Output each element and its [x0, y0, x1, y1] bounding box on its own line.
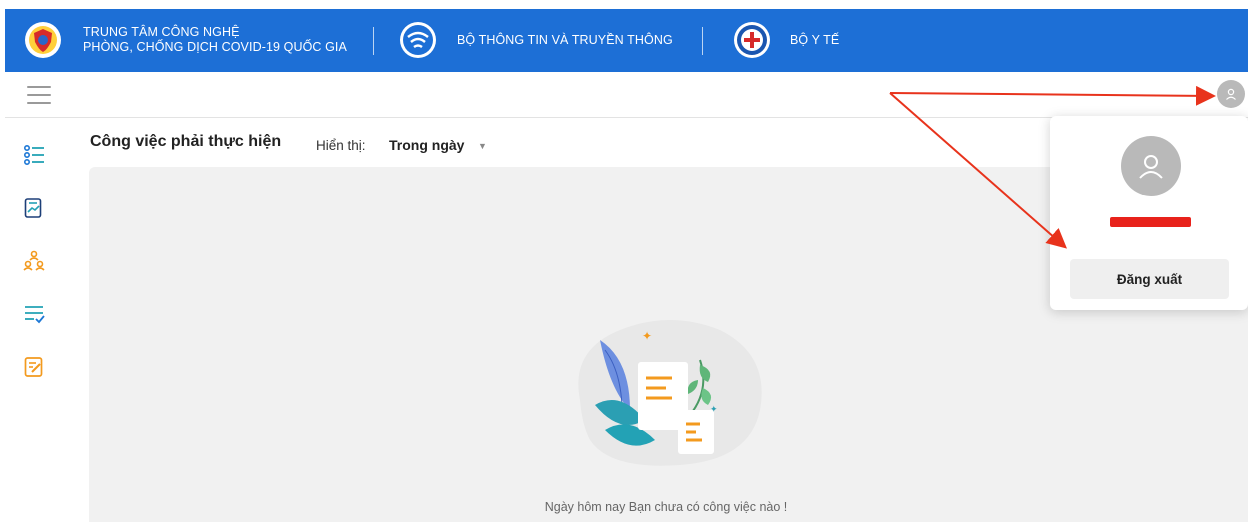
user-icon [1226, 88, 1236, 100]
svg-text:✦: ✦ [642, 329, 652, 343]
covid-center-logo-icon [25, 22, 61, 58]
top-header: TRUNG TÂM CÔNG NGHỆ PHÒNG, CHỐNG DỊCH CO… [5, 9, 1248, 72]
ministry-health-logo-icon [734, 22, 770, 58]
ministry-ict-name: BỘ THÔNG TIN VÀ TRUYỀN THÔNG [457, 33, 673, 47]
app-frame: TRUNG TÂM CÔNG NGHỆ PHÒNG, CHỐNG DỊCH CO… [5, 9, 1248, 522]
edit-document-icon[interactable] [23, 356, 45, 378]
user-icon [1139, 155, 1163, 179]
empty-state-illustration-icon: ✦ ✦ [560, 310, 770, 470]
logout-button[interactable]: Đăng xuất [1070, 259, 1229, 299]
filter-select[interactable]: Trong ngày [389, 137, 464, 153]
username-redacted [1110, 217, 1191, 227]
filter-label: Hiển thị: [316, 138, 366, 153]
avatar [1121, 136, 1181, 196]
list-icon[interactable] [23, 144, 45, 166]
org-name: TRUNG TÂM CÔNG NGHỆ PHÒNG, CHỐNG DỊCH CO… [83, 25, 347, 55]
ministry-ict-logo-icon [400, 22, 436, 58]
ministry-health-name: BỘ Y TẾ [790, 33, 840, 47]
user-avatar-button[interactable] [1217, 80, 1245, 108]
page-title: Công việc phải thực hiện [90, 133, 282, 150]
header-divider [702, 27, 703, 55]
toolbar [5, 72, 1248, 118]
svg-text:✦: ✦ [710, 405, 718, 415]
people-tree-icon[interactable] [23, 250, 45, 272]
sidebar [5, 119, 65, 522]
org-name-line1: TRUNG TÂM CÔNG NGHỆ [83, 25, 240, 39]
header-divider [373, 27, 374, 55]
checklist-icon[interactable] [23, 303, 45, 325]
org-name-line2: PHÒNG, CHỐNG DỊCH COVID-19 QUỐC GIA [83, 40, 347, 54]
report-icon[interactable] [23, 197, 45, 219]
user-menu-dropdown: Đăng xuất [1050, 116, 1248, 310]
chevron-down-icon[interactable]: ▼ [478, 141, 487, 151]
empty-state-message: Ngày hôm nay Bạn chưa có công việc nào ! [544, 500, 788, 514]
menu-toggle-icon[interactable] [27, 86, 51, 104]
